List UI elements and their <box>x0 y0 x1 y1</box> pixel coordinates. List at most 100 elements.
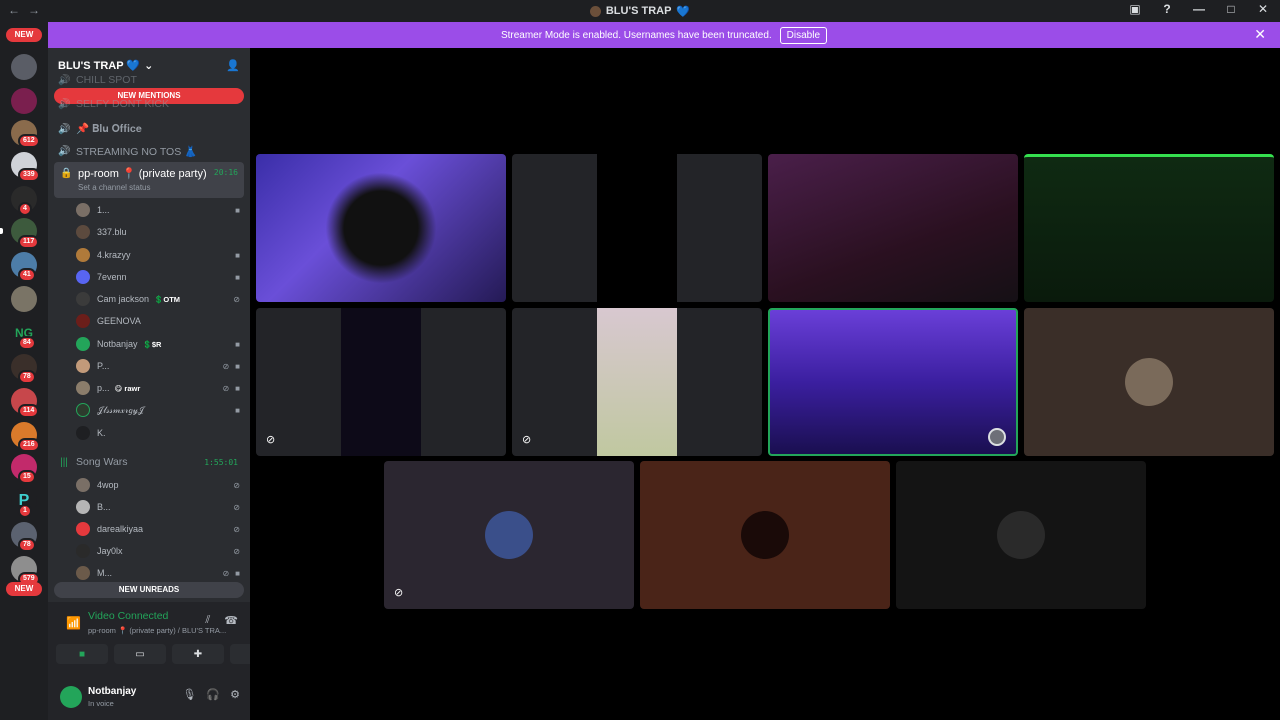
channel-selfy[interactable]: 🔊 SELFY DONT KICK <box>58 98 169 110</box>
unread-badge: 4 <box>18 202 32 216</box>
new-unreads-pill[interactable]: NEW UNREADS <box>54 582 244 598</box>
video-tile[interactable] <box>512 154 762 302</box>
voice-status[interactable]: Video Connected <box>88 610 168 622</box>
voice-user[interactable]: P... ⊘ ■ <box>76 356 244 376</box>
close-window-button[interactable]: ✕ <box>1254 2 1272 16</box>
muted-mic-icon: ⊘ <box>233 524 240 534</box>
camera-icon: ■ <box>235 568 240 578</box>
avatar <box>76 478 90 492</box>
channel-blu-office[interactable]: 🔊 📌 𝐁𝐥𝐮 𝐎𝐟𝐟𝐢𝐜𝐞 <box>58 122 142 136</box>
voice-user[interactable]: 𝒥𝓁𝓈𝓈𝓂𝓍𝓇𝑔𝓎𝒥 ■ <box>76 400 244 420</box>
voice-user[interactable]: p... 😋 rawr ⊘ ■ <box>76 378 244 398</box>
camera-icon: ■ <box>235 405 240 415</box>
help-icon[interactable]: ? <box>1158 2 1176 16</box>
video-tile[interactable]: ⊘ <box>256 308 506 456</box>
avatar-tile[interactable] <box>1024 308 1274 456</box>
muted-mic-icon: ⊘ <box>222 383 230 393</box>
stage-icon: ||| <box>60 456 68 468</box>
disconnect-icon[interactable]: ☎ <box>224 614 238 627</box>
window-controls: ▣ ? — □ ✕ <box>1126 2 1272 16</box>
avatar <box>76 203 90 217</box>
muted-mic-icon: ⊘ <box>233 294 240 304</box>
voice-user[interactable]: K. <box>76 423 244 443</box>
minimize-button[interactable]: — <box>1190 2 1208 16</box>
video-tile[interactable] <box>256 154 506 302</box>
forward-arrow-icon[interactable]: → <box>28 3 40 17</box>
avatar[interactable] <box>60 686 82 708</box>
voice-user[interactable]: 4wop ⊘ <box>76 475 244 495</box>
server-icon[interactable] <box>11 286 37 312</box>
unread-badge: 612 <box>18 134 40 148</box>
voice-user[interactable]: 7evenn ■ <box>76 267 244 287</box>
voice-user[interactable]: 1... ■ <box>76 200 244 220</box>
voice-user[interactable]: darealkiyaa ⊘ <box>76 519 244 539</box>
avatar-tile[interactable] <box>896 461 1146 609</box>
channel-timer: 1:55:01 <box>204 458 238 467</box>
voice-channel-path[interactable]: pp-room 📍 (private party) / BLU'S TRA... <box>88 626 226 635</box>
close-icon[interactable]: ✕ <box>1254 26 1266 43</box>
server-icon[interactable] <box>11 88 37 114</box>
headphones-icon[interactable]: 🎧 <box>206 688 220 701</box>
channel-timer: 20:16 <box>213 168 238 177</box>
server-icon[interactable] <box>11 54 37 80</box>
back-arrow-icon[interactable]: ← <box>8 3 20 17</box>
voice-user[interactable]: Jay0lx ⊘ <box>76 541 244 561</box>
unread-badge: 84 <box>18 336 36 350</box>
new-pill-bottom[interactable]: NEW <box>6 582 42 596</box>
user-badge-icon <box>988 428 1006 446</box>
inbox-icon[interactable]: ▣ <box>1126 2 1144 16</box>
avatar <box>76 292 90 306</box>
camera-icon: ■ <box>235 361 240 371</box>
signal-icon[interactable]: 📶 <box>66 616 81 630</box>
video-grid: ⊘ ⊘ ⊘ <box>250 48 1280 720</box>
channel-chill-spot[interactable]: 🔊 CHILL SPOT <box>58 74 137 86</box>
channel-status[interactable]: Set a channel status <box>78 183 151 192</box>
video-tile-speaking[interactable] <box>768 308 1018 456</box>
unread-badge: 78 <box>18 370 36 384</box>
channel-pp-room[interactable]: 🔒 pp-room 📍 (private party) Set a channe… <box>54 162 244 198</box>
avatar <box>76 225 90 239</box>
avatar-tile[interactable]: ⊘ <box>384 461 634 609</box>
add-member-icon[interactable]: 👤 <box>226 59 240 72</box>
avatar <box>76 522 90 536</box>
video-tile[interactable] <box>768 154 1018 302</box>
new-pill-top[interactable]: NEW <box>6 28 42 42</box>
server-avatar-icon <box>589 5 601 17</box>
unread-badge: 1 <box>18 504 32 518</box>
channel-streaming[interactable]: 🔊 STREAMING NO TOS 👗 <box>58 145 197 158</box>
user-name[interactable]: Notbanjay <box>88 686 136 697</box>
maximize-button[interactable]: □ <box>1222 2 1240 16</box>
user-bar: Notbanjay In voice 🎙 🎧 ⚙ <box>48 674 250 720</box>
channel-song-wars[interactable]: ||| Song Wars <box>58 456 127 468</box>
voice-user[interactable]: B... ⊘ <box>76 497 244 517</box>
avatar <box>76 544 90 558</box>
noise-suppression-icon[interactable]: ⫽ <box>205 614 210 627</box>
title-bar: ← → BLU'S TRAP 💙 ▣ ? — □ ✕ <box>0 0 1280 22</box>
unread-indicator <box>0 228 3 234</box>
activities-button[interactable]: ✚ <box>172 644 224 664</box>
voice-user[interactable]: 4.krazyy ■ <box>76 245 244 265</box>
video-tile[interactable]: ⊘ <box>512 308 762 456</box>
voice-connection-panel: 📶 Video Connected pp-room 📍 (private par… <box>48 602 282 720</box>
avatar-tile[interactable] <box>640 461 890 609</box>
voice-user[interactable]: M... ⊘ ■ <box>76 563 244 583</box>
camera-icon: ■ <box>235 205 240 215</box>
camera-icon: ■ <box>235 339 240 349</box>
avatar <box>76 314 90 328</box>
camera-button[interactable]: ■ <box>56 644 108 664</box>
settings-gear-icon[interactable]: ⚙ <box>230 688 240 701</box>
streamer-mode-banner: Streamer Mode is enabled. Usernames have… <box>48 22 1280 48</box>
avatar <box>741 511 789 559</box>
microphone-icon[interactable]: 🎙 <box>182 688 196 701</box>
channel-sidebar: BLU'S TRAP 💙 ⌄ 👤 🔊 CHILL SPOT NEW MENTIONS… <box>48 48 282 720</box>
user-status: In voice <box>88 699 114 708</box>
voice-user[interactable]: 337.blu <box>76 222 244 242</box>
voice-user[interactable]: Notbanjay 💲$R ■ <box>76 334 244 354</box>
voice-user[interactable]: GEENOVA <box>76 311 244 331</box>
muted-mic-icon: ⊘ <box>233 480 240 490</box>
muted-mic-icon: ⊘ <box>522 434 532 446</box>
screen-share-button[interactable]: ▭ <box>114 644 166 664</box>
disable-button[interactable]: Disable <box>779 26 828 44</box>
video-tile[interactable] <box>1024 154 1274 302</box>
voice-user[interactable]: Cam jackson 💲OTM ⊘ <box>76 289 244 309</box>
